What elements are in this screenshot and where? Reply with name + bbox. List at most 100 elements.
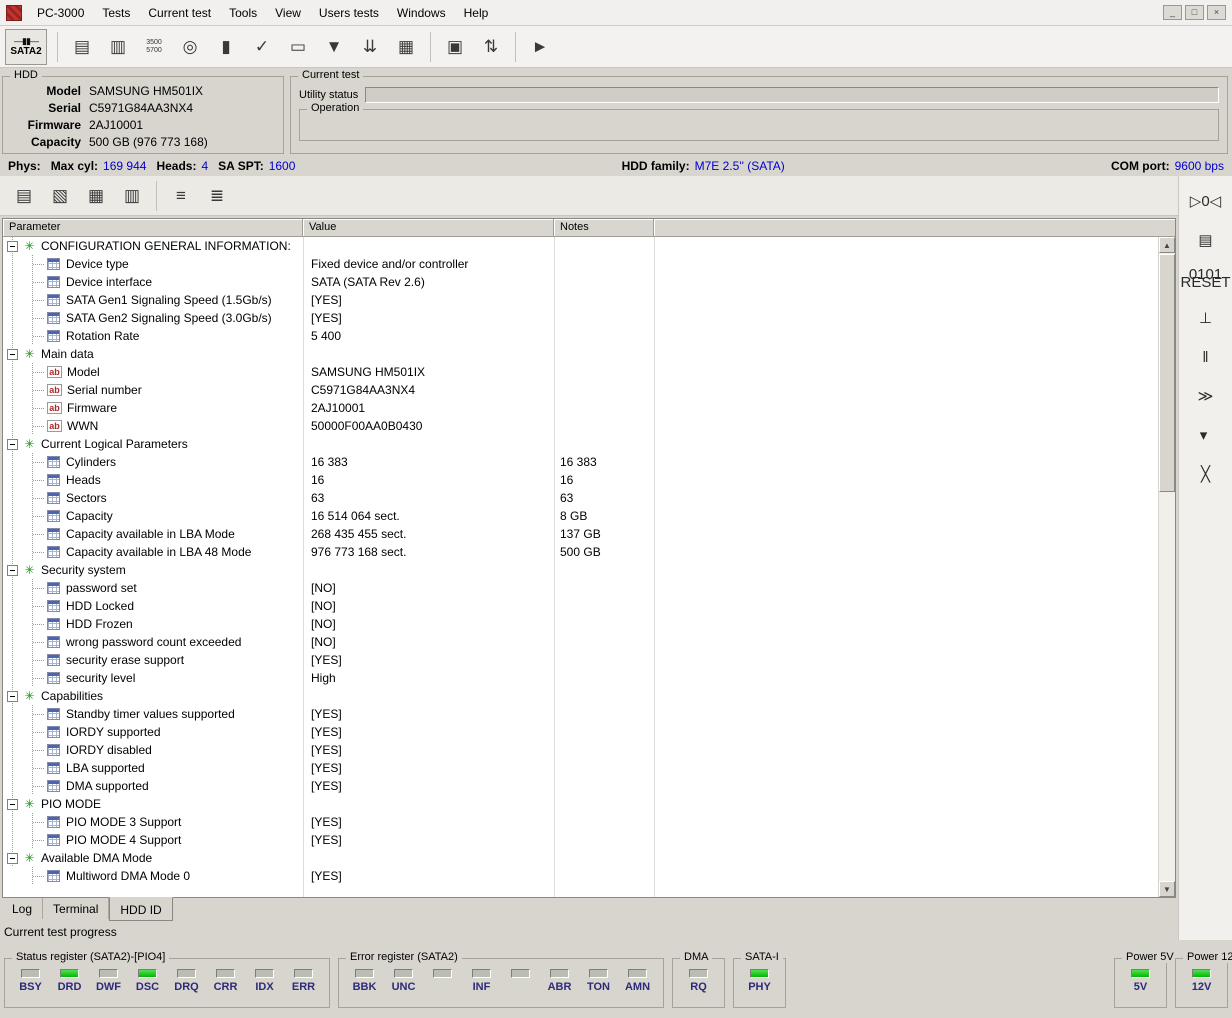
tree-item-row[interactable]: HDD Frozen[NO] (3, 615, 1175, 633)
tree-item-row[interactable]: IORDY disabled[YES] (3, 741, 1175, 759)
dropdown-arrow-icon[interactable]: ▾ (1188, 422, 1220, 448)
tree-group-row[interactable]: ✳Available DMA Mode (3, 849, 1175, 867)
tree-item-row[interactable]: Heads1616 (3, 471, 1175, 489)
led-label: DWF (96, 981, 121, 993)
led-label: TON (587, 981, 610, 993)
list-compact-icon[interactable]: ≡ (165, 181, 197, 211)
tab-log[interactable]: Log (2, 898, 43, 919)
test-check-icon[interactable]: ✓ (246, 32, 278, 62)
filter-icon[interactable]: ▼ (318, 32, 350, 62)
tree-collapse-icon[interactable] (7, 799, 18, 810)
menu-view[interactable]: View (266, 2, 310, 24)
probe-icon[interactable]: ⊥ (1190, 305, 1222, 331)
tree-item-row[interactable]: security levelHigh (3, 669, 1175, 687)
start-test-icon[interactable]: ► (524, 32, 556, 62)
tree-item-row[interactable]: Sectors6363 (3, 489, 1175, 507)
tree-item-row[interactable]: abSerial numberC5971G84AA3NX4 (3, 381, 1175, 399)
folder-icon[interactable]: ▭ (282, 32, 314, 62)
tree-item-row[interactable]: wrong password count exceeded[NO] (3, 633, 1175, 651)
led-label: 12V (1192, 981, 1212, 993)
tree-item-row[interactable]: Device interfaceSATA (SATA Rev 2.6) (3, 273, 1175, 291)
hdd-resources-icon[interactable]: ▥ (102, 32, 134, 62)
scrollbar-thumb[interactable] (1159, 254, 1175, 492)
hdd-panel-title: HDD (10, 69, 42, 81)
tree-item-row[interactable]: abWWN50000F00AA0B0430 (3, 417, 1175, 435)
tree-item-row[interactable]: LBA supported[YES] (3, 759, 1175, 777)
tree-item-row[interactable]: abFirmware2AJ10001 (3, 399, 1175, 417)
tree-item-row[interactable]: Device typeFixed device and/or controlle… (3, 255, 1175, 273)
menu-help[interactable]: Help (455, 2, 498, 24)
tree-item-row[interactable]: IORDY supported[YES] (3, 723, 1175, 741)
power-terminal-icon[interactable]: ▷0◁ (1190, 188, 1222, 214)
table-param-icon (47, 708, 60, 720)
tree-item-row[interactable]: abModelSAMSUNG HM501IX (3, 363, 1175, 381)
tree-item-row[interactable]: SATA Gen2 Signaling Speed (3.0Gb/s)[YES] (3, 309, 1175, 327)
menu-tests[interactable]: Tests (93, 2, 139, 24)
chip-icon[interactable]: ▮ (210, 32, 242, 62)
scroll-down-button[interactable]: ▼ (1159, 881, 1175, 897)
tree-item-row[interactable]: PIO MODE 4 Support[YES] (3, 831, 1175, 849)
spindle-speed-icon[interactable]: 3500 5700 (138, 32, 170, 62)
utility-settings-icon[interactable]: ◎ (174, 32, 206, 62)
tree-item-row[interactable]: password set[NO] (3, 579, 1175, 597)
tree-item-row[interactable]: Multiword DMA Mode 0[YES] (3, 867, 1175, 885)
table-param-icon (47, 258, 60, 270)
tree-group-row[interactable]: ✳Capabilities (3, 687, 1175, 705)
tree-group-row[interactable]: ✳PIO MODE (3, 795, 1175, 813)
column-header-parameter[interactable]: Parameter (3, 219, 303, 237)
tree-collapse-icon[interactable] (7, 565, 18, 576)
tab-terminal[interactable]: Terminal (43, 898, 109, 919)
column-header-value[interactable]: Value (303, 219, 554, 237)
tree-item-row[interactable]: Rotation Rate5 400 (3, 327, 1175, 345)
sata2-port-button[interactable]: —▮▮— SATA2 (5, 29, 47, 65)
tree-item-row[interactable]: DMA supported[YES] (3, 777, 1175, 795)
window-close-button[interactable]: × (1207, 5, 1226, 20)
list-detailed-icon[interactable]: ≣ (201, 181, 233, 211)
tree-item-row[interactable]: Capacity16 514 064 sect.8 GB (3, 507, 1175, 525)
copy-icon[interactable]: ▣ (439, 32, 471, 62)
load-lba-icon[interactable]: ⇊ (354, 32, 386, 62)
tree-item-row[interactable]: SATA Gen1 Signaling Speed (1.5Gb/s)[YES] (3, 291, 1175, 309)
tree-group-row[interactable]: ✳Current Logical Parameters (3, 435, 1175, 453)
tree-item-row[interactable]: Capacity available in LBA 48 Mode976 773… (3, 543, 1175, 561)
tree-collapse-icon[interactable] (7, 853, 18, 864)
tree-item-row[interactable]: Capacity available in LBA Mode268 435 45… (3, 525, 1175, 543)
vertical-scrollbar[interactable]: ▲ ▼ (1158, 237, 1175, 897)
parameter-cell: PIO MODE 3 Support (3, 813, 303, 831)
script-icon[interactable]: ▧ (44, 181, 76, 211)
scroll-up-button[interactable]: ▲ (1159, 237, 1175, 253)
menu-current-test[interactable]: Current test (139, 2, 220, 24)
tree-collapse-icon[interactable] (7, 349, 18, 360)
window-minimize-button[interactable]: _ (1163, 5, 1182, 20)
sector-grid-icon[interactable]: ▦ (390, 32, 422, 62)
tab-hdd-id[interactable]: HDD ID (109, 897, 172, 921)
utility-status-icon[interactable]: ▤ (66, 32, 98, 62)
pause-icon[interactable]: ‖ (1190, 344, 1222, 370)
firmware-icon[interactable]: ▦ (80, 181, 112, 211)
tree-collapse-icon[interactable] (7, 439, 18, 450)
tree-collapse-icon[interactable] (7, 241, 18, 252)
column-header-notes[interactable]: Notes (554, 219, 654, 237)
window-maximize-button[interactable]: □ (1185, 5, 1204, 20)
tree-group-row[interactable]: ✳Security system (3, 561, 1175, 579)
tree-group-row[interactable]: ✳Main data (3, 345, 1175, 363)
menu-windows[interactable]: Windows (388, 2, 455, 24)
tree-item-row[interactable]: Cylinders16 38316 383 (3, 453, 1175, 471)
menu-tools[interactable]: Tools (220, 2, 266, 24)
parameter-cell: LBA supported (3, 759, 303, 777)
run-queue-icon[interactable]: ≫ (1190, 383, 1222, 409)
menu-pc-3000[interactable]: PC-3000 (28, 2, 93, 24)
tools-icon[interactable]: ╳ (1190, 461, 1222, 487)
tree-group-row[interactable]: ✳CONFIGURATION GENERAL INFORMATION: (3, 237, 1175, 255)
reset-icon[interactable]: 0101 RESET (1190, 266, 1222, 292)
log-icon[interactable]: ▤ (8, 181, 40, 211)
sort-icon[interactable]: ⇅ (475, 32, 507, 62)
tree-item-row[interactable]: security erase support[YES] (3, 651, 1175, 669)
tree-collapse-icon[interactable] (7, 691, 18, 702)
adapter-card-icon[interactable]: ▤ (1190, 227, 1222, 253)
tree-item-row[interactable]: Standby timer values supported[YES] (3, 705, 1175, 723)
tree-item-row[interactable]: PIO MODE 3 Support[YES] (3, 813, 1175, 831)
tree-item-row[interactable]: HDD Locked[NO] (3, 597, 1175, 615)
terminal-window-icon[interactable]: ▥ (116, 181, 148, 211)
menu-users-tests[interactable]: Users tests (310, 2, 388, 24)
